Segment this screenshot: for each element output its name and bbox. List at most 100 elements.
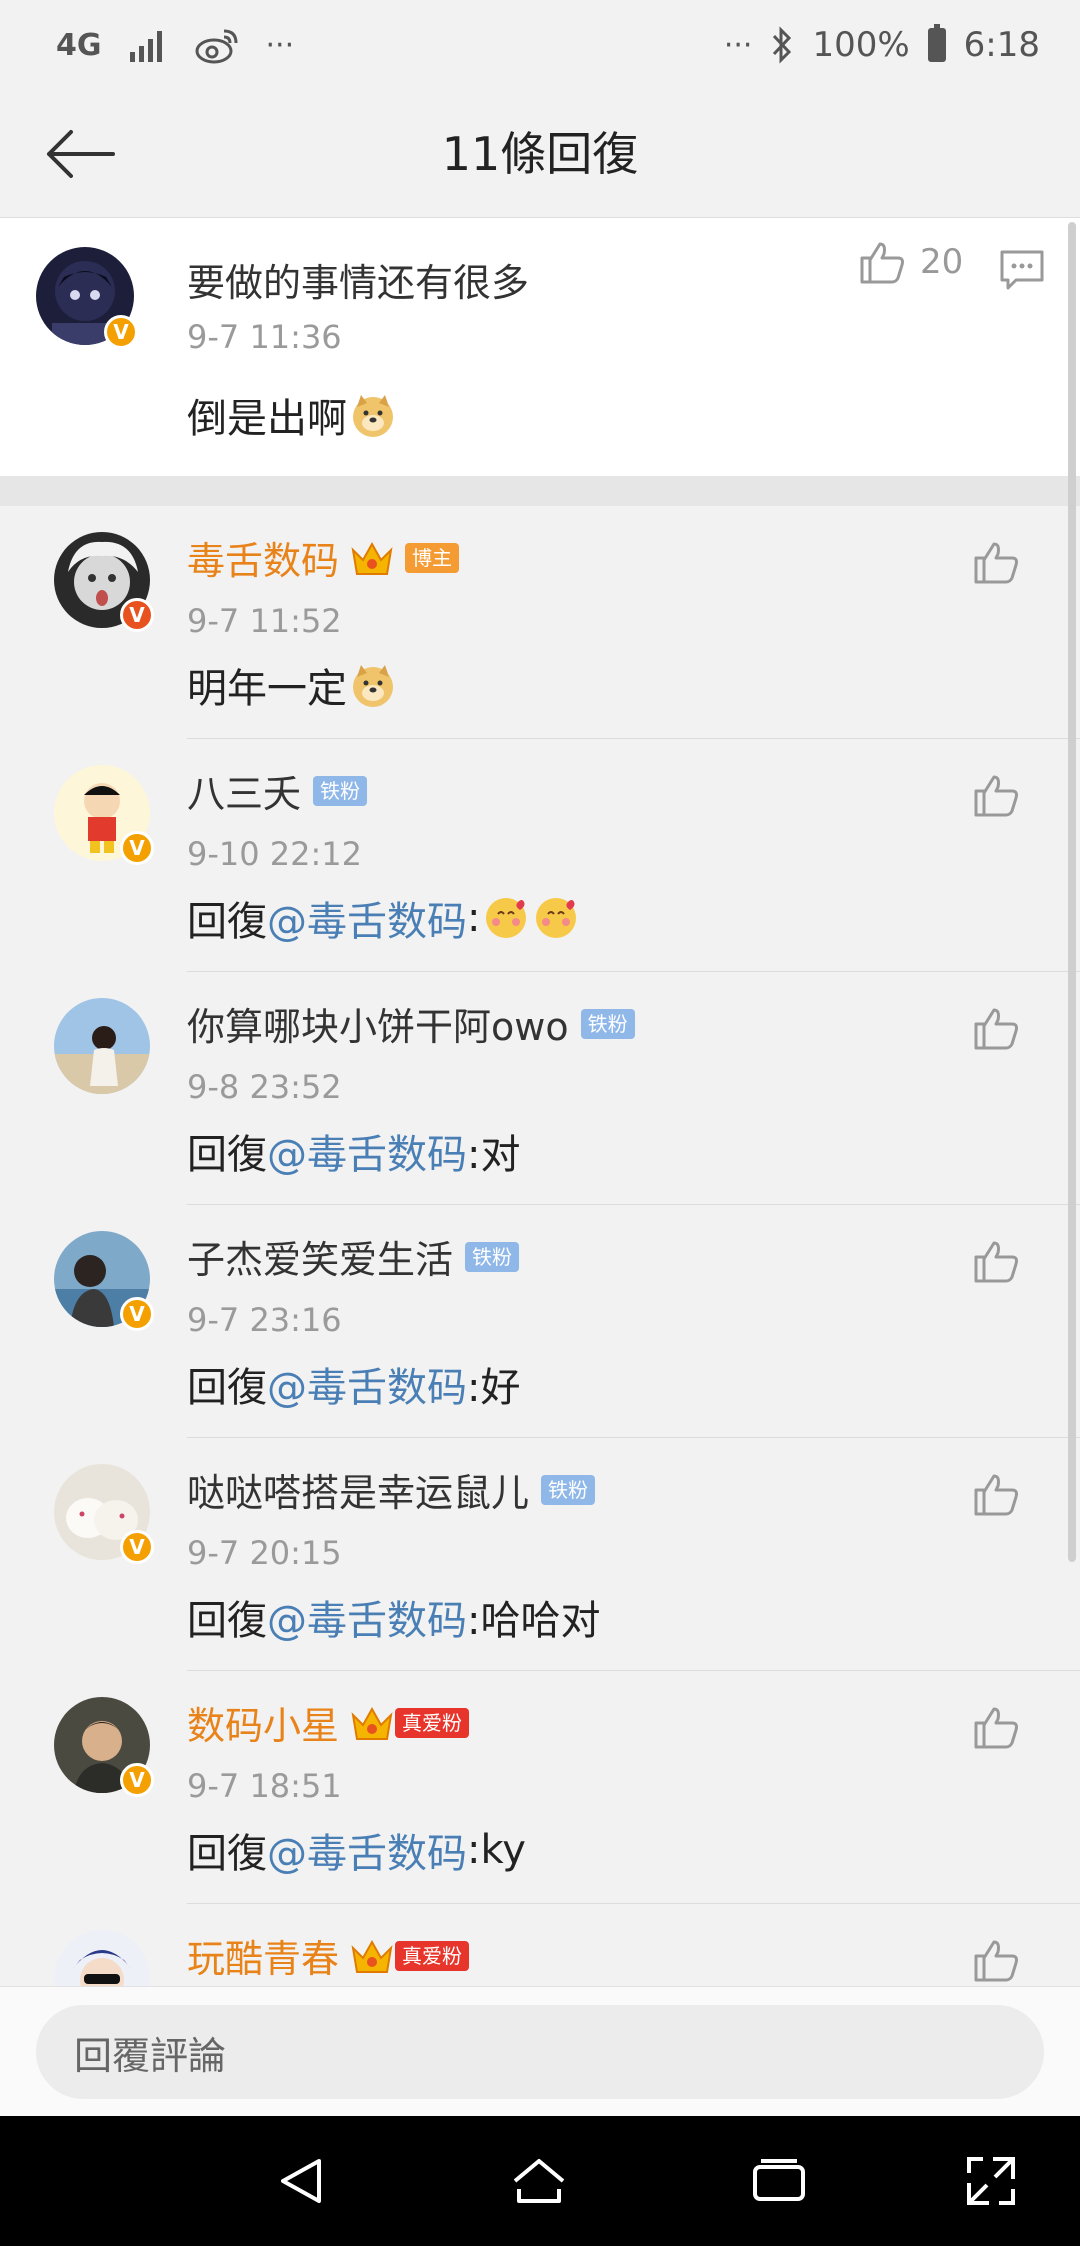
reply-author[interactable]: 数码小星 真爱粉 bbox=[187, 1695, 470, 1750]
badge-fan: 铁粉 bbox=[541, 1474, 596, 1505]
comment-text: 倒是出啊 bbox=[187, 386, 397, 444]
system-nav-bar bbox=[0, 2116, 1080, 2246]
doge-emoji-icon bbox=[353, 665, 393, 707]
reply-author[interactable]: 你算哪块小饼干阿owo 铁粉 bbox=[187, 996, 635, 1051]
verified-badge-icon: V bbox=[120, 831, 154, 865]
like-button[interactable] bbox=[972, 1004, 1020, 1052]
top-app-bar: 11條回復 bbox=[0, 90, 1080, 218]
username[interactable]: 八三夭 bbox=[187, 763, 301, 818]
verified-badge-icon: V bbox=[120, 1530, 154, 1564]
love-face-emoji-icon bbox=[486, 898, 527, 938]
username[interactable]: 玩酷青春 bbox=[187, 1928, 339, 1983]
mention-link[interactable]: @毒舌数码 bbox=[267, 1821, 467, 1879]
reply-text: 回復 @毒舌数码:好 bbox=[187, 1355, 520, 1413]
like-button[interactable] bbox=[972, 1470, 1020, 1518]
reply-body: :好 bbox=[467, 1365, 521, 1411]
nav-recent-button[interactable] bbox=[746, 2148, 812, 2214]
thumbs-up-icon bbox=[974, 1241, 1018, 1283]
reply-time: 9-8 23:52 bbox=[187, 1068, 342, 1106]
doge-emoji-icon bbox=[353, 395, 393, 437]
avatar[interactable]: V bbox=[54, 532, 154, 632]
nav-home-button[interactable] bbox=[506, 2148, 572, 2214]
like-button[interactable] bbox=[972, 1237, 1020, 1285]
avatar[interactable] bbox=[54, 998, 150, 1094]
reply-body: :哈哈对 bbox=[467, 1598, 601, 1644]
status-bar: 4G ··· ··· 100% 6:18 bbox=[0, 0, 1080, 90]
avatar[interactable]: V bbox=[54, 765, 154, 865]
reply-author[interactable]: 毒舌数码 博主 bbox=[187, 530, 460, 585]
reply-body: : bbox=[467, 895, 481, 941]
avatar[interactable] bbox=[54, 1930, 150, 1986]
reply-author[interactable]: 玩酷青春 真爱粉 bbox=[187, 1928, 470, 1983]
thumbs-up-icon bbox=[974, 542, 1018, 584]
reply-bar: 回覆評論 bbox=[0, 1986, 1080, 2117]
comment-icon bbox=[1000, 250, 1044, 290]
thumbs-up-icon bbox=[974, 1008, 1018, 1050]
avatar[interactable]: V bbox=[54, 1464, 154, 1564]
reply-time: 9-7 18:51 bbox=[187, 1767, 342, 1805]
reply-text: 回復 @毒舌数码: bbox=[187, 889, 580, 947]
username[interactable]: 要做的事情还有很多 bbox=[187, 252, 529, 307]
home-icon bbox=[513, 2159, 565, 2203]
more-notifications-indicator: ··· bbox=[265, 27, 295, 63]
reply-prefix: 回復 bbox=[187, 1132, 267, 1178]
username[interactable]: 毒舌数码 bbox=[187, 530, 339, 585]
username[interactable]: 哒哒嗒搭是幸运鼠儿 bbox=[187, 1462, 529, 1517]
reply-item: V 数码小星 真爱粉 9-7 18:51 回復 @毒舌数码:ky bbox=[0, 1671, 1080, 1904]
network-indicator: 4G bbox=[56, 27, 102, 63]
expand-icon bbox=[967, 2157, 1015, 2205]
badge-fan: 铁粉 bbox=[580, 1008, 635, 1039]
reply-author[interactable]: 八三夭 铁粉 bbox=[187, 763, 368, 818]
comment-button[interactable] bbox=[998, 248, 1046, 296]
reply-item: V 毒舌数码 博主 9-7 11:52 明年一定 bbox=[0, 506, 1080, 739]
reply-body: :对 bbox=[467, 1132, 521, 1178]
bluetooth-icon bbox=[773, 26, 792, 64]
username[interactable]: 子杰爱笑爱生活 bbox=[187, 1229, 453, 1284]
page-title: 11條回復 bbox=[441, 127, 639, 181]
reply-author[interactable]: 子杰爱笑爱生活 铁粉 bbox=[187, 1229, 520, 1284]
like-button[interactable]: 20 bbox=[858, 238, 963, 286]
reply-text: 明年一定 bbox=[187, 656, 397, 714]
reply-item: 你算哪块小饼干阿owo 铁粉 9-8 23:52 回復 @毒舌数码:对 bbox=[0, 972, 1080, 1205]
reply-time: 9-10 22:12 bbox=[187, 835, 363, 873]
verified-badge-icon: V bbox=[120, 1763, 154, 1797]
battery-icon bbox=[927, 24, 946, 62]
avatar[interactable]: V bbox=[54, 1231, 154, 1331]
like-button[interactable] bbox=[972, 1936, 1020, 1984]
comment-time: 9-7 11:36 bbox=[187, 318, 342, 356]
mention-link[interactable]: @毒舌数码 bbox=[267, 889, 467, 947]
reply-time: 9-7 20:15 bbox=[187, 1534, 342, 1572]
comment-author[interactable]: 要做的事情还有很多 bbox=[187, 252, 529, 307]
badge-fan: 铁粉 bbox=[465, 1241, 520, 1272]
nav-expand-button[interactable] bbox=[958, 2148, 1024, 2214]
like-count: 20 bbox=[920, 242, 964, 282]
thumbs-up-icon bbox=[974, 775, 1018, 817]
scrollbar[interactable] bbox=[1068, 222, 1076, 1562]
battery-percent: 100% bbox=[812, 25, 910, 65]
reply-item: V 哒哒嗒搭是幸运鼠儿 铁粉 9-7 20:15 回復 @毒舌数码:哈哈对 bbox=[0, 1438, 1080, 1671]
reply-text: 回復 @毒舌数码:对 bbox=[187, 1122, 520, 1180]
mention-link[interactable]: @毒舌数码 bbox=[267, 1355, 467, 1413]
mention-link[interactable]: @毒舌数码 bbox=[267, 1588, 467, 1646]
nav-back-button[interactable] bbox=[268, 2148, 334, 2214]
like-button[interactable] bbox=[972, 538, 1020, 586]
thumbs-up-icon bbox=[974, 1474, 1018, 1516]
reply-input[interactable]: 回覆評論 bbox=[36, 2005, 1044, 2099]
reply-body: 明年一定 bbox=[187, 666, 347, 712]
verified-badge-icon: V bbox=[120, 598, 154, 632]
comment-body: 倒是出啊 bbox=[187, 396, 347, 442]
like-button[interactable] bbox=[972, 1703, 1020, 1751]
reply-author[interactable]: 哒哒嗒搭是幸运鼠儿 铁粉 bbox=[187, 1462, 596, 1517]
clock: 6:18 bbox=[963, 25, 1040, 65]
reply-prefix: 回復 bbox=[187, 1598, 267, 1644]
recent-apps-icon bbox=[753, 2159, 805, 2201]
avatar[interactable]: V bbox=[54, 1697, 154, 1797]
like-button[interactable] bbox=[972, 771, 1020, 819]
username[interactable]: 数码小星 bbox=[187, 1695, 339, 1750]
username[interactable]: 你算哪块小饼干阿owo bbox=[187, 996, 569, 1051]
mention-link[interactable]: @毒舌数码 bbox=[267, 1122, 467, 1180]
verified-badge-icon: V bbox=[104, 315, 138, 349]
avatar[interactable]: V bbox=[36, 247, 138, 349]
reply-item: V 八三夭 铁粉 9-10 22:12 回復 @毒舌数码: bbox=[0, 739, 1080, 972]
weibo-icon bbox=[195, 29, 237, 64]
